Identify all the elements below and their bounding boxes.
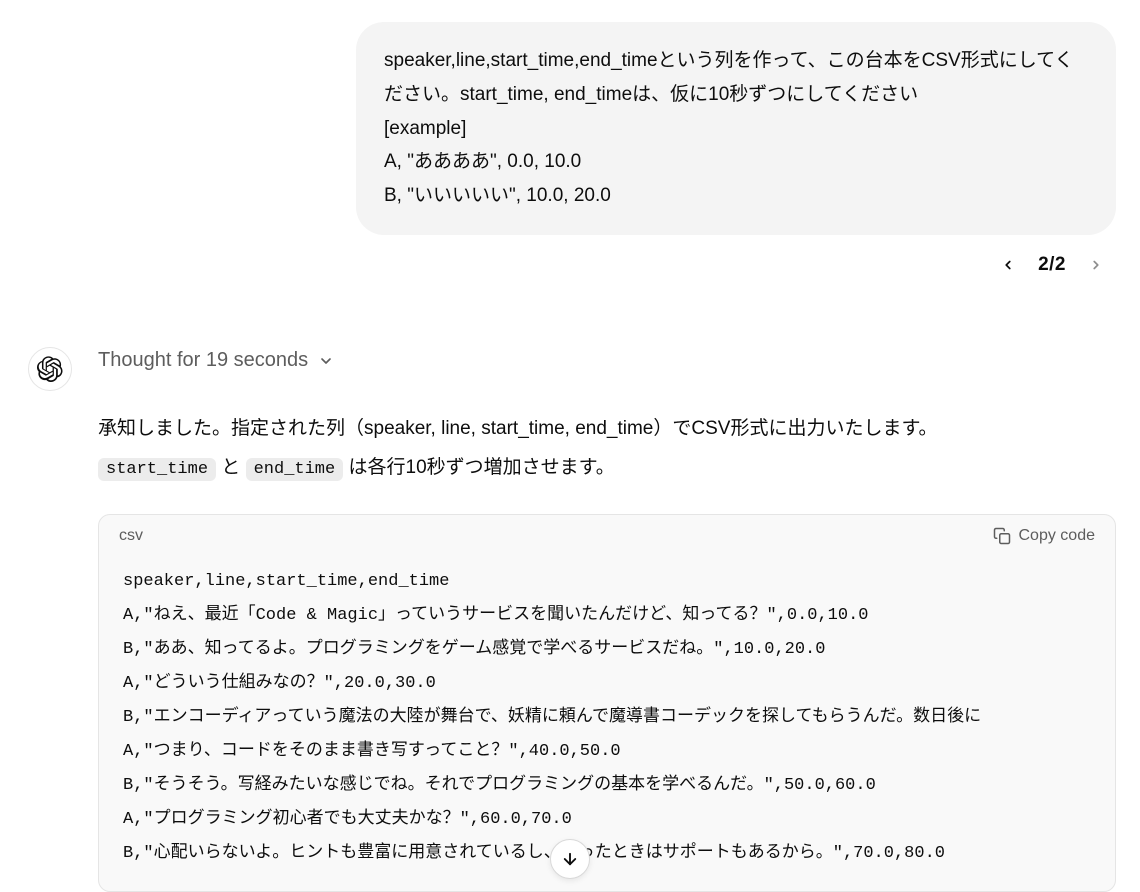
user-message-line: speaker,line,start_time,end_timeという列を作って… <box>384 44 1088 112</box>
message-pagination: 2/2 <box>0 235 1140 277</box>
thought-label: Thought for 19 seconds <box>98 349 308 372</box>
openai-logo-icon <box>37 356 63 382</box>
code-language-label: csv <box>119 527 143 545</box>
user-message-line: [example] <box>384 112 1088 146</box>
copy-code-label: Copy code <box>1019 527 1096 545</box>
user-message-line: A, "ああああ", 0.0, 10.0 <box>384 145 1088 179</box>
thought-toggle[interactable]: Thought for 19 seconds <box>98 349 1116 372</box>
user-message-bubble: speaker,line,start_time,end_timeという列を作って… <box>356 22 1116 235</box>
pagination-next-button[interactable] <box>1084 253 1108 277</box>
arrow-down-icon <box>561 850 579 868</box>
pagination-count: 2/2 <box>1038 254 1066 276</box>
code-block-header: csv Copy code <box>99 515 1115 557</box>
response-segment: 承知しました。指定された列（speaker, line, start_time,… <box>98 418 938 439</box>
inline-code: start_time <box>98 458 216 481</box>
user-message-line: B, "いいいいい", 10.0, 20.0 <box>384 179 1088 213</box>
chevron-right-icon <box>1089 258 1103 272</box>
copy-code-button[interactable]: Copy code <box>993 527 1096 545</box>
assistant-message-row: Thought for 19 seconds 承知しました。指定された列（spe… <box>0 277 1140 892</box>
assistant-avatar <box>28 347 72 391</box>
code-content[interactable]: speaker,line,start_time,end_time A,"ねえ、最… <box>99 557 1115 891</box>
assistant-response-text: 承知しました。指定された列（speaker, line, start_time,… <box>98 410 1116 488</box>
scroll-to-bottom-button[interactable] <box>550 839 590 879</box>
user-message-container: speaker,line,start_time,end_timeという列を作って… <box>0 0 1140 235</box>
chevron-down-icon <box>318 353 334 369</box>
assistant-content: Thought for 19 seconds 承知しました。指定された列（spe… <box>98 349 1116 892</box>
response-segment: と <box>216 457 246 478</box>
inline-code: end_time <box>246 458 344 481</box>
copy-icon <box>993 527 1011 545</box>
code-block: csv Copy code speaker,line,start_time,en… <box>98 514 1116 892</box>
pagination-prev-button[interactable] <box>996 253 1020 277</box>
chevron-left-icon <box>1001 258 1015 272</box>
response-segment: は各行10秒ずつ増加させます。 <box>343 457 615 478</box>
